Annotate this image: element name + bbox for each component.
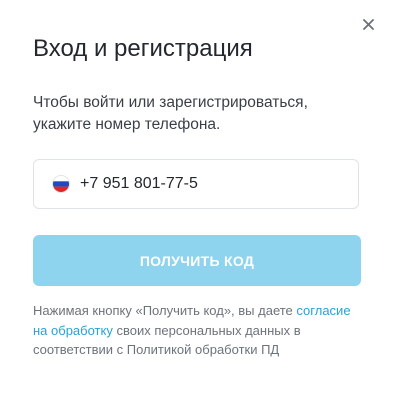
modal-subtitle: Чтобы войти или зарегистрироваться, укаж… xyxy=(33,94,308,133)
login-modal: Вход и регистрация Чтобы войти или зарег… xyxy=(0,0,395,410)
phone-field[interactable] xyxy=(33,159,359,209)
consent-text-before: Нажимая кнопку «Получить код», вы даете xyxy=(33,303,297,318)
close-icon xyxy=(362,18,374,30)
get-code-button[interactable]: ПОЛУЧИТЬ КОД xyxy=(33,235,361,286)
russia-flag-icon[interactable] xyxy=(52,175,70,193)
consent-text: Нажимая кнопку «Получить код», вы даете … xyxy=(33,301,353,360)
modal-title: Вход и регистрация xyxy=(33,35,253,62)
close-button[interactable] xyxy=(358,14,378,34)
phone-input[interactable] xyxy=(80,175,340,193)
